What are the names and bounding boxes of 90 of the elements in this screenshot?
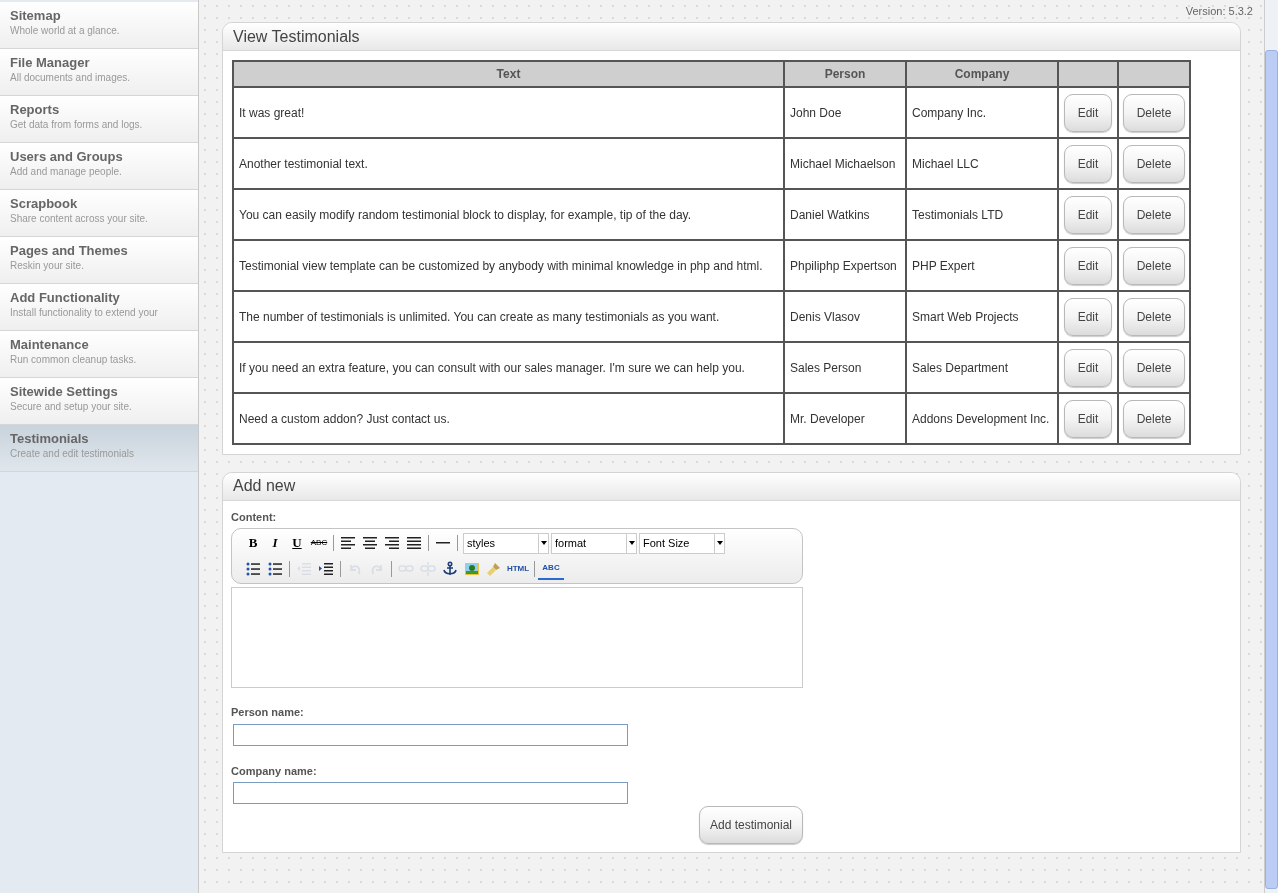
column-header: Company: [954, 67, 1010, 81]
edit-button[interactable]: Edit: [1064, 399, 1112, 438]
person-name-field[interactable]: [233, 723, 628, 746]
panel-title: View Testimonials: [233, 26, 360, 47]
company-name: Testimonials LTD: [912, 207, 1004, 222]
sidebar-item[interactable]: Scrapbook Share content across your site.: [0, 190, 198, 237]
spellcheck-button[interactable]: ABC: [538, 558, 564, 580]
column-header: Person: [824, 67, 866, 81]
person-name: Michael Michaelson: [790, 156, 896, 171]
company-name: Michael LLC: [912, 156, 979, 171]
sidebar-item-subtitle: Get data from forms and logs.: [10, 118, 144, 132]
person-name: John Doe: [790, 105, 842, 120]
sidebar-item[interactable]: Users and Groups Add and manage people.: [0, 143, 198, 190]
bold-button[interactable]: B: [242, 532, 264, 554]
company-name: PHP Expert: [912, 258, 975, 273]
sidebar-item[interactable]: Sitewide Settings Secure and setup your site.: [0, 378, 198, 425]
delete-button[interactable]: Delete: [1123, 399, 1185, 438]
sidebar-item-subtitle: Whole world at a glance.: [10, 24, 121, 38]
add-testimonial-button[interactable]: Add testimonial: [699, 806, 803, 844]
testimonial-text: Testimonial view template can be customized by anybody with minimal knowledge in php and html.: [239, 258, 763, 273]
sidebar-item-subtitle: Share content across your site.: [10, 212, 149, 226]
testimonial-text: It was great!: [239, 105, 305, 120]
delete-button[interactable]: Delete: [1123, 297, 1185, 336]
edit-button[interactable]: Edit: [1064, 144, 1112, 183]
sidebar-item-title: Maintenance: [10, 337, 90, 353]
testimonial-text: You can easily modify random testimonial block to display, for example, tip of the day.: [239, 207, 691, 222]
delete-button[interactable]: Delete: [1123, 246, 1185, 285]
sidebar-item-title: Users and Groups: [10, 149, 124, 165]
italic-button[interactable]: I: [264, 532, 286, 554]
sidebar-item[interactable]: Add Functionality Install functionality to extend your: [0, 284, 198, 331]
delete-button[interactable]: Delete: [1123, 195, 1185, 234]
sidebar-item-subtitle: Secure and setup your site.: [10, 400, 133, 414]
strike-button[interactable]: ABC: [308, 532, 330, 554]
panel-title: Add new: [233, 476, 296, 496]
company-name: Sales Department: [912, 360, 1009, 375]
edit-button[interactable]: Edit: [1064, 195, 1112, 234]
sidebar-item-subtitle: Create and edit testimonials: [10, 447, 135, 461]
sidebar-item-title: File Manager: [10, 55, 91, 71]
sidebar-item-subtitle: All documents and images.: [10, 71, 132, 85]
sidebar-item-title: Add Functionality: [10, 290, 121, 306]
company-name-label: Company name:: [231, 763, 318, 779]
dropdown[interactable]: Font Size: [639, 532, 725, 554]
company-name: Smart Web Projects: [912, 309, 1019, 324]
sidebar-item-title: Testimonials: [10, 431, 90, 447]
edit-button[interactable]: Edit: [1064, 93, 1112, 132]
editor-area[interactable]: [231, 587, 803, 688]
sidebar-item-title: Sitewide Settings: [10, 384, 119, 400]
sidebar-item[interactable]: Reports Get data from forms and logs.: [0, 96, 198, 143]
person-name: Phpiliphp Expertson: [790, 258, 897, 273]
testimonial-text: The number of testimonials is unlimited. You can create as many testimonials as you want.: [239, 309, 720, 324]
html-button[interactable]: HTML: [505, 558, 531, 580]
underline-button[interactable]: U: [286, 532, 308, 554]
person-name: Mr. Developer: [790, 411, 865, 426]
person-name: Daniel Watkins: [790, 207, 870, 222]
dropdown[interactable]: format: [551, 532, 637, 554]
edit-button[interactable]: Edit: [1064, 246, 1112, 285]
sidebar-item[interactable]: Sitemap Whole world at a glance.: [0, 2, 198, 49]
company-name-field[interactable]: [233, 782, 628, 804]
testimonial-text: If you need an extra feature, you can consult with our sales manager. I'm sure we can help you.: [239, 360, 745, 375]
sidebar-item[interactable]: Maintenance Run common cleanup tasks.: [0, 331, 198, 378]
delete-button[interactable]: Delete: [1123, 348, 1185, 387]
sidebar-item-subtitle: Install functionality to extend your: [10, 306, 159, 320]
company-name: Company Inc.: [912, 105, 987, 120]
sidebar-item-title: Pages and Themes: [10, 243, 129, 259]
caret-icon: [716, 541, 723, 545]
testimonial-text: Another testimonial text.: [239, 156, 368, 171]
sidebar-item-subtitle: Run common cleanup tasks.: [10, 353, 138, 367]
person-name-label: Person name:: [231, 705, 305, 720]
sidebar-item-subtitle: Reskin your site.: [10, 259, 85, 273]
person-name: Sales Person: [790, 360, 862, 375]
sidebar-item-title: Reports: [10, 102, 61, 118]
sidebar-item-subtitle: Add and manage people.: [10, 165, 123, 179]
dropdown[interactable]: styles: [463, 532, 549, 554]
delete-button[interactable]: Delete: [1123, 144, 1185, 183]
caret-icon: [628, 541, 635, 545]
content-label: Content:: [231, 509, 278, 525]
sidebar-item-title: Scrapbook: [10, 196, 79, 212]
sidebar-item[interactable]: Pages and Themes Reskin your site.: [0, 237, 198, 284]
sidebar-item[interactable]: File Manager All documents and images.: [0, 49, 198, 96]
testimonial-text: Need a custom addon? Just contact us.: [239, 411, 450, 426]
edit-button[interactable]: Edit: [1064, 297, 1112, 336]
column-header: Text: [496, 67, 521, 81]
version-label: Version: 5.3.2: [1185, 3, 1253, 19]
company-name: Addons Development Inc.: [912, 411, 1050, 426]
person-name: Denis Vlasov: [790, 309, 861, 324]
delete-button[interactable]: Delete: [1123, 93, 1185, 132]
sidebar-item[interactable]: Testimonials Create and edit testimonials: [0, 425, 198, 472]
sidebar-item-title: Sitemap: [10, 8, 62, 24]
caret-icon: [540, 541, 547, 545]
edit-button[interactable]: Edit: [1064, 348, 1112, 387]
